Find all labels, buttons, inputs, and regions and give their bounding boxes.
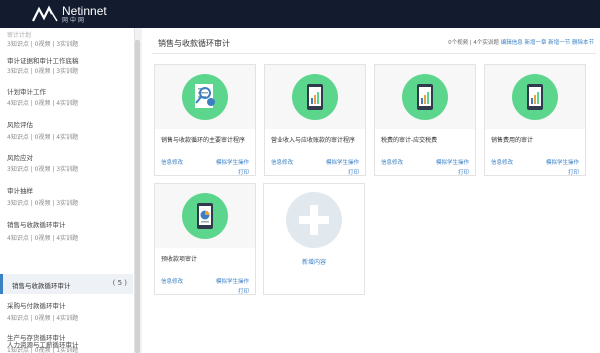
sidebar-item-label-6[interactable]: 销售与收款循环审计 (7, 219, 66, 229)
sidebar-item-meta-3: 4知识点 | 0视频 | 4实训题 (7, 134, 79, 141)
delete-section-link[interactable]: 删除本节 (572, 40, 594, 46)
sidebar-item-meta-2: 4知识点 | 0视频 | 4实训题 (7, 100, 79, 107)
top-bar: Netinnet 网中网 (0, 0, 600, 28)
card-thumbnail (155, 184, 255, 248)
card-simulate-link[interactable]: 模拟学生操作 (216, 277, 249, 285)
sidebar-item-label-0[interactable]: 审计计划 (7, 30, 31, 39)
card-print-link[interactable]: 打印 (348, 168, 359, 176)
card-simulate-link[interactable]: 模拟学生操作 (326, 158, 359, 166)
sidebar-active-label: 销售与收款循环审计 (12, 282, 71, 290)
card-print-link[interactable]: 打印 (238, 168, 249, 176)
plus-icon (286, 192, 342, 248)
sidebar-item-label-3[interactable]: 风险评估 (7, 119, 33, 129)
course-card[interactable]: 销售费用的审计 信息修改 模拟学生操作 打印 (484, 64, 586, 176)
add-chapter-link[interactable]: 新增一章 (524, 40, 546, 46)
card-simulate-link[interactable]: 模拟学生操作 (436, 158, 469, 166)
card-thumbnail (265, 65, 365, 129)
edit-info-link[interactable]: 编辑信息 (501, 40, 523, 46)
card-title: 预收款项审计 (161, 256, 198, 263)
sidebar-scrollbar-thumb[interactable] (135, 40, 140, 353)
course-card[interactable]: 销售与收款循环的主要审计程序 信息修改 模拟学生操作 打印 (154, 64, 256, 176)
card-simulate-link[interactable]: 模拟学生操作 (216, 158, 249, 166)
sidebar-item-meta-4: 3知识点 | 0视频 | 3实训题 (7, 166, 79, 173)
course-card[interactable]: 营业收入与应收账款的审计程序 信息修改 模拟学生操作 打印 (264, 64, 366, 176)
sidebar-item-label-5[interactable]: 审计抽样 (7, 185, 33, 195)
brand-name: Netinnet (62, 3, 107, 18)
section-stats: 0个视频 | 4个实训题 (448, 40, 499, 46)
header-divider (152, 53, 596, 54)
section-info: 0个视频 | 4个实训题 编辑信息 新增一章 新增一节 删除本节 (448, 38, 594, 46)
logo[interactable]: Netinnet 网中网 (32, 3, 107, 25)
card-print-link[interactable]: 打印 (458, 168, 469, 176)
sidebar-item-label-2[interactable]: 计划审计工作 (7, 86, 46, 96)
sidebar: 审计计划 3知识点 | 0视频 | 3实训题 审计证据和审计工作底稿 3知识点 … (0, 28, 133, 353)
tablet-chart-icon (292, 74, 338, 120)
sidebar-item-meta-6: 4知识点 | 0视频 | 4实训题 (7, 235, 79, 242)
brand-cn: 网中网 (62, 16, 87, 24)
sidebar-item-label-1[interactable]: 审计证据和审计工作底稿 (7, 55, 79, 65)
card-thumbnail (155, 65, 255, 129)
card-edit-link[interactable]: 信息修改 (271, 158, 293, 166)
tablet-pie-chart-icon (182, 193, 228, 239)
sidebar-item-meta-7: 4知识点 | 0视频 | 4实训题 (7, 315, 79, 322)
card-simulate-link[interactable]: 模拟学生操作 (546, 158, 579, 166)
sidebar-item-label-9[interactable]: 人力资源与工薪循环审计 (7, 339, 79, 349)
sidebar-item-meta-1: 3知识点 | 0视频 | 3实训题 (7, 68, 79, 75)
card-thumbnail (485, 65, 585, 129)
card-title: 营业收入与应收账款的审计程序 (271, 137, 356, 144)
card-title: 销售费用的审计 (491, 137, 534, 144)
sidebar-item-label-7[interactable]: 采购与付款循环审计 (7, 300, 66, 310)
sidebar-item-meta-0: 3知识点 | 0视频 | 3实训题 (7, 41, 79, 48)
card-edit-link[interactable]: 信息修改 (161, 277, 183, 285)
course-card[interactable]: 预收款项审计 信息修改 模拟学生操作 打印 (154, 183, 256, 295)
netinnet-logo-icon (32, 5, 58, 22)
card-print-link[interactable]: 打印 (568, 168, 579, 176)
card-edit-link[interactable]: 信息修改 (491, 158, 513, 166)
card-title: 销售与收款循环的主要审计程序 (161, 137, 246, 144)
tablet-chart-icon (512, 74, 558, 120)
tablet-chart-icon (402, 74, 448, 120)
add-content-card[interactable]: 新增内容 (263, 183, 365, 295)
main-content: 销售与收款循环审计 0个视频 | 4个实训题 编辑信息 新增一章 新增一节 删除… (142, 28, 600, 353)
page-title: 销售与收款循环审计 (158, 39, 230, 48)
add-section-link[interactable]: 新增一节 (548, 40, 570, 46)
card-edit-link[interactable]: 信息修改 (161, 158, 183, 166)
sidebar-item-meta-5: 3知识点 | 0视频 | 3实训题 (7, 200, 79, 207)
sidebar-active-count: ( 5 ) (112, 279, 127, 287)
report-magnifier-icon (182, 74, 228, 120)
course-card[interactable]: 税费的审计-应交税费 信息修改 模拟学生操作 打印 (374, 64, 476, 176)
sidebar-item-label-4[interactable]: 风险应对 (7, 152, 33, 162)
sidebar-item-active[interactable]: 销售与收款循环审计 ( 5 ) (0, 274, 133, 294)
card-print-link[interactable]: 打印 (238, 287, 249, 295)
add-content-label: 新增内容 (301, 259, 326, 266)
card-thumbnail (375, 65, 475, 129)
card-edit-link[interactable]: 信息修改 (381, 158, 403, 166)
card-title: 税费的审计-应交税费 (381, 137, 438, 144)
